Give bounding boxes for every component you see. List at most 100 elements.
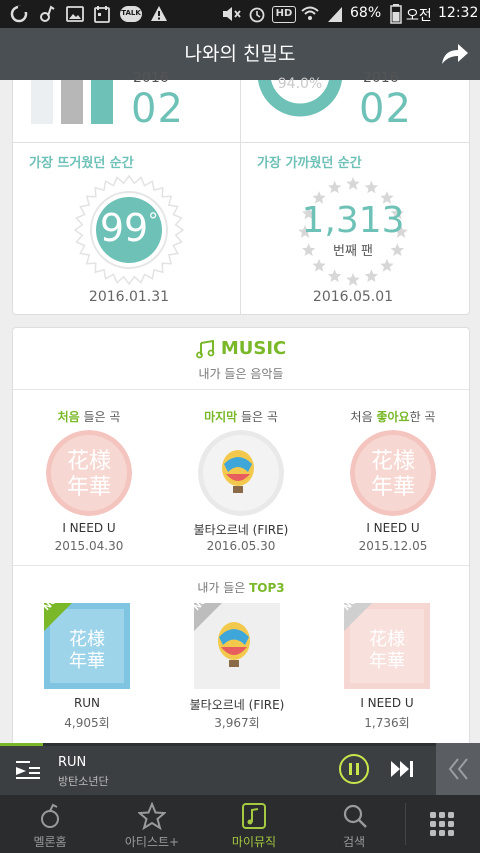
battery-icon	[390, 4, 402, 24]
svg-text:年華: 年華	[371, 475, 415, 500]
first-liked-prefix: 처음	[350, 410, 377, 424]
closest-date: 2016.05.01	[312, 289, 394, 305]
closest-label: 가장 가까웠던 순간	[257, 156, 362, 171]
last-played-label: 마지막 들은 곡	[165, 408, 317, 425]
nav-search[interactable]: 검색	[304, 795, 404, 853]
svg-text:年華: 年華	[369, 651, 405, 672]
music-note-icon	[40, 5, 55, 22]
progress-fill	[0, 743, 44, 746]
bar-1	[31, 80, 53, 124]
calendar-icon	[94, 6, 110, 23]
status-ampm: 오전	[406, 8, 432, 24]
status-bar: TALK HD 68% 오전 12:32	[0, 0, 480, 28]
page-title: 나와의 친밀도	[184, 43, 296, 65]
melon-home-icon	[41, 803, 59, 828]
top3-song[interactable]: I NEED U	[313, 696, 461, 710]
alarm-icon	[249, 7, 265, 23]
last-played-rest: 들은 곡	[237, 410, 278, 424]
top2-album-art[interactable]	[194, 603, 280, 689]
first-liked-rest: 한 곡	[409, 410, 436, 424]
grid-menu-icon[interactable]	[430, 812, 454, 836]
ring-star-icon	[346, 273, 360, 286]
first-liked-highlight: 좋아요	[376, 410, 410, 424]
expand-panel-button[interactable]	[436, 743, 480, 795]
nav-label-artist: 아티스트+	[124, 835, 180, 849]
warning-icon	[151, 6, 167, 21]
image-icon	[66, 6, 84, 22]
nav-label-mymusic: 마이뮤직	[231, 835, 277, 849]
first-played-rest: 들은 곡	[79, 410, 121, 424]
star-icon	[138, 802, 166, 830]
degree-unit: °	[148, 208, 159, 233]
top1-album-art[interactable]: 花様 年華	[44, 603, 130, 689]
search-icon	[343, 804, 367, 828]
svg-text:年華: 年華	[67, 475, 111, 500]
kakaotalk-icon: TALK	[120, 6, 142, 22]
last-played-highlight: 마지막	[204, 410, 238, 424]
nav-divider	[405, 803, 406, 845]
hottest-date: 2016.01.31	[88, 289, 170, 305]
nav-artist-plus[interactable]: 아티스트+	[100, 795, 204, 853]
mini-player[interactable]: RUN 방탄소년단	[0, 743, 480, 795]
svg-text:年華: 年華	[69, 651, 105, 672]
closest-value: 1,313	[301, 200, 405, 241]
player-song[interactable]: RUN	[58, 755, 86, 770]
nav-label-home: 멜론홈	[33, 835, 67, 849]
hd-voice-icon: HD	[272, 6, 296, 23]
svg-text:花様: 花様	[369, 629, 405, 650]
ring-star-icon	[328, 180, 342, 194]
percent-value: 94.0%	[277, 76, 323, 92]
hd-badge: HD	[275, 8, 293, 19]
nav-my-music[interactable]: 마이뮤직	[204, 795, 304, 853]
svg-text:花様: 花様	[69, 629, 105, 650]
top3-label: 내가 들은 TOP3	[13, 579, 469, 596]
music-divider-2	[13, 565, 469, 566]
nav-melon-home[interactable]: 멜론홈	[0, 795, 100, 853]
first-song-date: 2015.04.30	[54, 539, 124, 553]
player-artist[interactable]: 방탄소년단	[58, 773, 109, 789]
last-song-title[interactable]: 불타오르네 (FIRE)	[166, 521, 316, 538]
top3-count: 1,736회	[364, 716, 410, 730]
nav-label-search: 검색	[342, 835, 366, 849]
first-album-art[interactable]: 花様 年華	[46, 430, 132, 516]
first-song-title[interactable]: I NEED U	[14, 521, 164, 535]
last-song-date: 2016.05.30	[206, 539, 276, 553]
first-liked-label: 처음 좋아요한 곡	[317, 408, 469, 425]
music-header: MUSIC	[13, 338, 469, 362]
year-label-right: 2016	[363, 70, 399, 86]
bar-graph	[31, 80, 131, 124]
card-divider-vertical	[240, 80, 241, 314]
progress-track[interactable]	[0, 743, 480, 746]
ring-star-icon	[364, 180, 378, 194]
month-value-left: 02	[131, 86, 184, 132]
liked-song-date: 2015.12.05	[358, 539, 428, 553]
top1-song[interactable]: RUN	[13, 696, 161, 710]
next-button[interactable]	[390, 759, 414, 779]
first-played-highlight: 처음	[57, 410, 80, 424]
battery-percent: 68%	[350, 5, 382, 21]
ring-star-icon	[312, 258, 326, 272]
hottest-value: 99°	[93, 206, 165, 250]
bar-2	[61, 80, 83, 124]
top1-count: 4,905회	[64, 716, 110, 730]
double-chevron-left-icon	[448, 758, 468, 780]
liked-song-title[interactable]: I NEED U	[318, 521, 468, 535]
pause-button[interactable]	[338, 753, 370, 785]
talk-badge: TALK	[121, 9, 141, 17]
svg-text:花様: 花様	[67, 449, 111, 474]
ring-star-icon	[328, 269, 342, 282]
top2-song[interactable]: 불타오르네 (FIRE)	[163, 696, 311, 713]
music-note-icon	[195, 339, 215, 358]
top3-highlight: TOP3	[249, 581, 285, 595]
intimacy-stats-card: 2016 02 94.0% 2016 02 가장 뜨거웠던 순간 99° 201…	[12, 70, 470, 315]
closest-sub: 번째 팬	[332, 244, 373, 259]
liked-album-art[interactable]: 花様 年華	[350, 430, 436, 516]
music-card: MUSIC 내가 들은 음악들 처음 들은 곡 花様 年華 I NEED U 2…	[12, 327, 470, 744]
card-divider-horizontal	[13, 142, 469, 143]
top3-album-art[interactable]: 花様 年華	[344, 603, 430, 689]
playlist-icon[interactable]	[16, 759, 40, 781]
hottest-number: 99	[99, 206, 149, 250]
last-album-art[interactable]	[198, 430, 284, 516]
share-icon[interactable]	[438, 38, 470, 70]
melon-app-icon	[10, 5, 28, 23]
